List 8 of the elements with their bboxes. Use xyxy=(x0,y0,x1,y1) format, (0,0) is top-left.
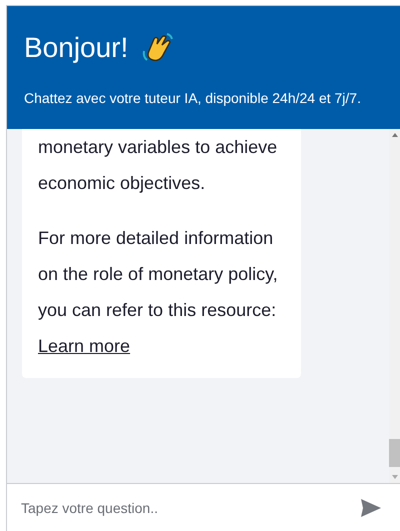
chat-title: Bonjour! xyxy=(24,31,128,65)
learn-more-link[interactable]: Learn more xyxy=(38,336,130,356)
scroll-bar[interactable] xyxy=(389,129,400,483)
chat-subtitle: Chattez avec votre tuteur IA, disponible 24h/24 et 7j/7. xyxy=(24,89,362,108)
send-icon xyxy=(360,498,382,518)
question-field[interactable]: Tapez votre question.. xyxy=(19,492,358,524)
message-text: For more detailed information on the role of monetary policy, you can refer to this resource: Learn more xyxy=(38,227,279,358)
message-text: monetary variables to achieve economic objectives. xyxy=(38,136,278,195)
